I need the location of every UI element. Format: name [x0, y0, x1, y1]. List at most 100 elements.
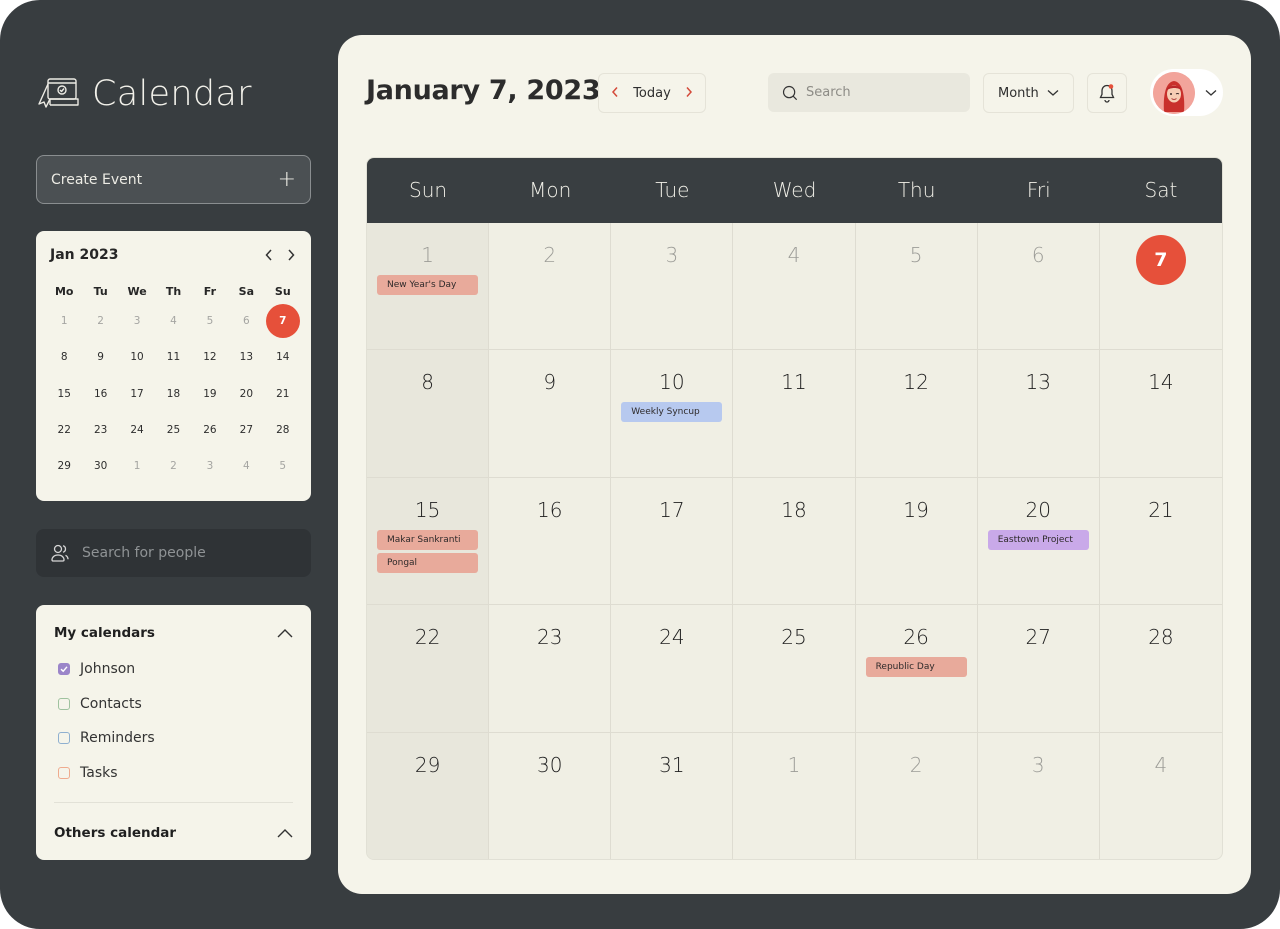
mini-day[interactable]: 12: [192, 339, 228, 375]
search-box[interactable]: [768, 73, 970, 112]
mini-day[interactable]: 27: [228, 412, 264, 448]
day-cell[interactable]: 21: [1099, 478, 1222, 606]
day-cell[interactable]: 4: [1099, 733, 1222, 859]
calendar-checkbox[interactable]: [58, 732, 70, 745]
mini-day[interactable]: 15: [46, 376, 82, 412]
profile-menu[interactable]: [1150, 69, 1223, 116]
day-cell[interactable]: 10 Weekly Syncup: [611, 350, 734, 478]
others-calendar-header[interactable]: Others calendar: [54, 823, 293, 843]
day-cell[interactable]: 2: [855, 732, 978, 859]
day-cell[interactable]: 26 Republic Day: [855, 605, 978, 733]
mini-day[interactable]: 1: [119, 448, 155, 484]
mini-day[interactable]: 1: [46, 303, 82, 339]
mini-day[interactable]: 22: [46, 412, 82, 448]
day-cell[interactable]: 18: [733, 477, 856, 606]
event-chip[interactable]: Pongal: [377, 553, 479, 574]
mini-day[interactable]: 5: [192, 303, 228, 339]
mini-day[interactable]: 13: [228, 339, 264, 375]
notifications-button[interactable]: [1087, 73, 1127, 113]
mini-day[interactable]: 2: [155, 448, 191, 484]
day-cell[interactable]: 11: [733, 350, 856, 478]
day-cell-today[interactable]: 7: [1099, 223, 1222, 351]
day-cell[interactable]: 31: [611, 732, 734, 859]
next-button[interactable]: [685, 84, 693, 102]
calendar-item-tasks[interactable]: Tasks: [54, 756, 293, 791]
mini-day[interactable]: 26: [192, 412, 228, 448]
calendar-item-contacts[interactable]: Contacts: [54, 687, 293, 722]
day-cell[interactable]: 22: [367, 605, 490, 733]
mini-day[interactable]: 18: [155, 376, 191, 412]
event-chip[interactable]: Republic Day: [865, 657, 967, 678]
day-cell[interactable]: 8: [367, 350, 490, 478]
day-cell[interactable]: 2: [489, 223, 612, 351]
create-event-button[interactable]: Create Event +: [36, 155, 311, 204]
day-cell[interactable]: 29: [367, 732, 490, 859]
mini-day[interactable]: 25: [155, 412, 191, 448]
day-cell[interactable]: 27: [977, 605, 1100, 733]
mini-next-month-button[interactable]: [285, 246, 297, 265]
day-cell[interactable]: 6: [977, 223, 1100, 351]
mini-day-selected[interactable]: 7: [265, 303, 301, 339]
mini-day[interactable]: 24: [119, 412, 155, 448]
day-cell[interactable]: 23: [489, 605, 612, 733]
day-cell[interactable]: 14: [1099, 350, 1222, 478]
day-cell[interactable]: 16: [489, 477, 612, 606]
event-chip[interactable]: Makar Sankranti: [377, 529, 479, 550]
mini-day[interactable]: 10: [119, 339, 155, 375]
day-cell[interactable]: 1 New Year's Day: [367, 223, 490, 351]
calendar-item-johnson[interactable]: Johnson: [54, 652, 293, 687]
day-cell[interactable]: 9: [489, 350, 612, 478]
prev-button[interactable]: [611, 84, 619, 102]
event-chip[interactable]: Easttown Project: [987, 529, 1089, 550]
mini-day[interactable]: 30: [82, 448, 118, 484]
day-cell[interactable]: 15 Makar Sankranti Pongal: [367, 477, 490, 606]
day-cell[interactable]: 4: [733, 223, 856, 351]
day-cell[interactable]: 5: [855, 223, 978, 351]
day-cell[interactable]: 28: [1099, 605, 1222, 733]
event-chip[interactable]: Weekly Syncup: [621, 402, 723, 423]
mini-day[interactable]: 11: [155, 339, 191, 375]
view-selector[interactable]: Month: [983, 73, 1074, 113]
today-button[interactable]: Today: [633, 86, 671, 101]
day-cell[interactable]: 19: [855, 477, 978, 606]
mini-day[interactable]: 4: [228, 448, 264, 484]
day-cell[interactable]: 1: [733, 732, 856, 859]
mini-prev-month-button[interactable]: [263, 246, 275, 265]
mini-day[interactable]: 21: [265, 376, 301, 412]
calendar-checkbox[interactable]: [58, 663, 70, 676]
mini-day[interactable]: 9: [82, 339, 118, 375]
mini-day[interactable]: 23: [82, 412, 118, 448]
day-cell[interactable]: 25: [733, 605, 856, 733]
mini-day[interactable]: 19: [192, 376, 228, 412]
calendar-checkbox[interactable]: [58, 766, 70, 779]
day-cell[interactable]: 17: [611, 477, 734, 606]
day-cell[interactable]: 30: [489, 732, 612, 859]
calendar-checkbox[interactable]: [58, 697, 70, 710]
day-cell[interactable]: 13: [977, 350, 1100, 478]
day-cell[interactable]: 24: [611, 605, 734, 733]
day-cell[interactable]: 20 Easttown Project: [977, 477, 1100, 606]
calendar-item-reminders[interactable]: Reminders: [54, 721, 293, 756]
avatar[interactable]: [1153, 71, 1195, 114]
mini-day[interactable]: 4: [155, 303, 191, 339]
mini-day[interactable]: 29: [46, 448, 82, 484]
event-chip[interactable]: New Year's Day: [377, 275, 479, 295]
people-search-input[interactable]: [82, 545, 282, 561]
my-calendars-header[interactable]: My calendars: [54, 623, 293, 643]
mini-day[interactable]: 6: [228, 303, 264, 339]
day-cell[interactable]: 3: [611, 223, 734, 351]
mini-day[interactable]: 5: [265, 448, 301, 484]
mini-day[interactable]: 17: [119, 376, 155, 412]
mini-day[interactable]: 14: [265, 339, 301, 375]
mini-day[interactable]: 2: [82, 303, 118, 339]
search-input[interactable]: [806, 85, 956, 100]
day-cell[interactable]: 12: [855, 350, 978, 478]
mini-day[interactable]: 3: [119, 303, 155, 339]
mini-day[interactable]: 16: [82, 376, 118, 412]
people-search[interactable]: [36, 529, 311, 577]
mini-day[interactable]: 20: [228, 376, 264, 412]
mini-day[interactable]: 3: [192, 448, 228, 484]
mini-day[interactable]: 28: [265, 412, 301, 448]
day-cell[interactable]: 3: [977, 732, 1100, 859]
mini-day[interactable]: 8: [46, 339, 82, 375]
